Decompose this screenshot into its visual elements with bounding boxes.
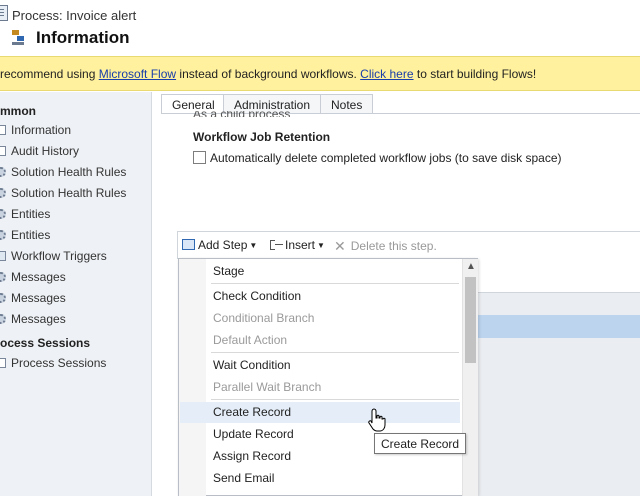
banner-text-after: to start building Flows! bbox=[413, 67, 537, 81]
insert-button[interactable]: Insert ▼ bbox=[270, 238, 325, 252]
menu-separator bbox=[211, 283, 459, 284]
gear-icon bbox=[0, 230, 6, 240]
microsoft-flow-link[interactable]: Microsoft Flow bbox=[99, 67, 176, 81]
menu-item-conditional-branch: Conditional Branch bbox=[180, 308, 460, 329]
document-icon bbox=[0, 358, 6, 368]
document-icon bbox=[0, 125, 6, 135]
flow-recommendation-banner: recommend using Microsoft Flow instead o… bbox=[0, 56, 640, 91]
sidebar-item-workflow-triggers[interactable]: Workflow Triggers bbox=[0, 247, 150, 267]
sidebar-item-label: Solution Health Rules bbox=[11, 165, 127, 179]
form-header: Process: Invoice alert Information bbox=[0, 0, 640, 56]
trigger-icon bbox=[0, 251, 6, 261]
add-step-icon bbox=[182, 239, 195, 250]
chevron-down-icon: ▼ bbox=[249, 241, 258, 250]
workflow-icon bbox=[12, 30, 26, 46]
process-label: Process: Invoice alert bbox=[12, 8, 137, 23]
add-step-label: Add Step bbox=[198, 238, 248, 252]
tooltip: Create Record bbox=[374, 433, 467, 454]
auto-delete-checkbox[interactable] bbox=[193, 151, 206, 164]
banner-text-before: recommend using bbox=[0, 67, 99, 81]
gear-icon bbox=[0, 209, 6, 219]
menu-item-wait-condition[interactable]: Wait Condition bbox=[180, 355, 460, 376]
menu-item-default-action: Default Action bbox=[180, 330, 460, 351]
sidebar-item-label: Messages bbox=[11, 312, 66, 326]
sidebar-item-messages-2[interactable]: Messages bbox=[0, 289, 150, 309]
step-designer-area bbox=[477, 292, 640, 496]
click-here-link[interactable]: Click here bbox=[360, 67, 413, 81]
auto-delete-label: Automatically delete completed workflow … bbox=[210, 151, 562, 165]
sidebar-item-process-sessions[interactable]: Process Sessions bbox=[0, 354, 150, 374]
delete-step-label: Delete this step. bbox=[350, 239, 437, 253]
sidebar-item-label: Workflow Triggers bbox=[11, 249, 107, 263]
menu-item-label: Update Record bbox=[213, 427, 294, 441]
sidebar-item-audit-history[interactable]: Audit History bbox=[0, 142, 150, 162]
sidebar-section-process-sessions: ocess Sessions bbox=[0, 336, 91, 350]
banner-text-middle: instead of background workflows. bbox=[176, 67, 361, 81]
auto-delete-jobs-option[interactable]: Automatically delete completed workflow … bbox=[193, 151, 562, 165]
sidebar-item-label: Solution Health Rules bbox=[11, 186, 127, 200]
menu-item-label: Send Email bbox=[213, 471, 275, 485]
insert-label: Insert bbox=[285, 238, 316, 252]
document-icon bbox=[0, 146, 6, 156]
sidebar-item-solution-health-rules-2[interactable]: Solution Health Rules bbox=[0, 184, 150, 204]
menu-separator bbox=[211, 352, 459, 353]
sidebar-item-information[interactable]: Information bbox=[0, 121, 150, 141]
add-step-button[interactable]: Add Step ▼ bbox=[182, 238, 257, 252]
delete-step-button[interactable]: ✕ Delete this step. bbox=[334, 238, 437, 255]
form-title: Information bbox=[36, 28, 130, 47]
banner-message: recommend using Microsoft Flow instead o… bbox=[0, 67, 536, 81]
tab-notes[interactable]: Notes bbox=[320, 94, 374, 114]
sidebar-item-label: Entities bbox=[11, 228, 51, 242]
menu-item-send-email[interactable]: Send Email bbox=[180, 468, 460, 489]
selected-step-row[interactable] bbox=[477, 315, 640, 338]
sidebar-item-label: Information bbox=[11, 123, 72, 137]
menu-item-label: Conditional Branch bbox=[213, 311, 315, 325]
gear-icon bbox=[0, 314, 6, 324]
menu-item-label: Parallel Wait Branch bbox=[213, 380, 322, 394]
process-icon bbox=[0, 5, 8, 21]
menu-item-label: Stage bbox=[213, 264, 245, 278]
delete-icon: ✕ bbox=[334, 238, 346, 254]
step-toolbar: Add Step ▼ Insert ▼ ✕ Delete this step. bbox=[177, 231, 640, 259]
sidebar-item-label: Messages bbox=[11, 270, 66, 284]
sidebar-item-messages-3[interactable]: Messages bbox=[0, 310, 150, 330]
menu-item-label: Create Record bbox=[213, 405, 292, 419]
menu-item-stage[interactable]: Stage bbox=[180, 261, 460, 282]
gear-icon bbox=[0, 293, 6, 303]
menu-item-label: Wait Condition bbox=[213, 358, 291, 372]
chevron-down-icon: ▼ bbox=[317, 241, 325, 250]
menu-item-label: Assign Record bbox=[213, 449, 292, 463]
menu-item-parallel-wait-branch: Parallel Wait Branch bbox=[180, 377, 460, 398]
scrollbar-thumb[interactable] bbox=[465, 277, 476, 363]
menu-separator bbox=[211, 399, 459, 400]
sidebar: mmon Information Audit History Solution … bbox=[0, 92, 152, 496]
sidebar-item-messages[interactable]: Messages bbox=[0, 268, 150, 288]
sidebar-item-label: Entities bbox=[11, 207, 51, 221]
insert-icon bbox=[270, 239, 283, 250]
sidebar-item-solution-health-rules[interactable]: Solution Health Rules bbox=[0, 163, 150, 183]
hand-cursor-icon bbox=[368, 408, 386, 432]
menu-item-check-condition[interactable]: Check Condition bbox=[180, 286, 460, 307]
sidebar-item-entities-2[interactable]: Entities bbox=[0, 226, 150, 246]
menu-item-label: Check Condition bbox=[213, 289, 302, 303]
sidebar-item-label: Messages bbox=[11, 291, 66, 305]
sidebar-item-label: Audit History bbox=[11, 144, 80, 158]
workflow-job-retention-heading: Workflow Job Retention bbox=[193, 130, 331, 144]
sidebar-item-entities[interactable]: Entities bbox=[0, 205, 150, 225]
scroll-up-icon[interactable]: ▲ bbox=[466, 261, 476, 272]
menu-item-label: Default Action bbox=[213, 333, 288, 347]
add-step-menu: Stage Check Condition Conditional Branch… bbox=[178, 258, 478, 496]
menu-scrollbar[interactable]: ▲ bbox=[462, 259, 478, 496]
gear-icon bbox=[0, 188, 6, 198]
sidebar-item-label: Process Sessions bbox=[11, 356, 107, 370]
menu-item-create-record[interactable]: Create Record bbox=[180, 402, 460, 423]
gear-icon bbox=[0, 272, 6, 282]
child-process-option-partial: As a child process bbox=[193, 111, 290, 117]
gear-icon bbox=[0, 167, 6, 177]
sidebar-section-common: mmon bbox=[0, 104, 36, 118]
